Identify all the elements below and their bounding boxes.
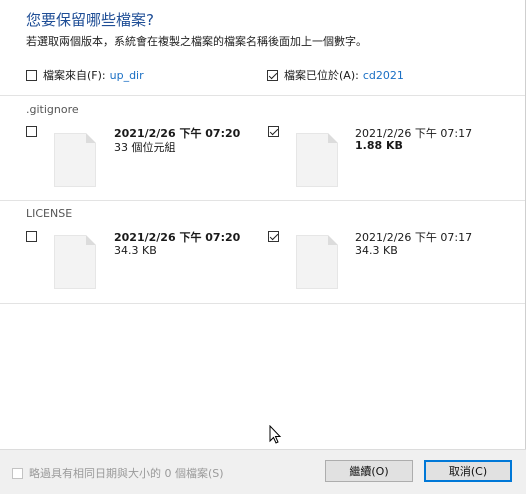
source-size: 33 個位元組 — [114, 141, 176, 154]
cancel-button[interactable]: 取消(C) — [424, 460, 512, 482]
dest-label: 檔案已位於(A): — [284, 69, 359, 82]
keep-source-checkbox[interactable] — [26, 231, 37, 242]
dest-folder-link[interactable]: cd2021 — [363, 69, 404, 82]
file-icon — [296, 235, 338, 289]
column-header: 檔案來自(F): up_dir 檔案已位於(A): cd2021 — [26, 67, 526, 87]
file-icon — [54, 235, 96, 289]
select-all-source-checkbox[interactable] — [26, 69, 37, 81]
dialog-footer: 略過具有相同日期與大小的 0 個檔案(S) 繼續(O) 取消(C) — [0, 449, 526, 494]
conflict-filename: .gitignore — [26, 103, 79, 116]
dest-date: 2021/2/26 下午 07:17 — [355, 231, 473, 244]
conflict-filename: LICENSE — [26, 207, 73, 220]
select-all-source[interactable]: 檔案來自(F): up_dir — [26, 67, 144, 83]
continue-button[interactable]: 繼續(O) — [325, 460, 413, 482]
source-date: 2021/2/26 下午 07:20 — [114, 231, 241, 244]
skip-same-files-label: 略過具有相同日期與大小的 0 個檔案(S) — [29, 467, 224, 480]
select-all-dest-checkbox[interactable] — [267, 69, 278, 81]
skip-same-files-checkbox[interactable] — [12, 467, 23, 479]
mouse-cursor-icon — [269, 425, 282, 444]
divider — [0, 303, 526, 304]
dest-size: 1.88 KB — [355, 139, 403, 152]
conflict-row: .gitignore 2021/2/26 下午 07:20 33 個位元組 20… — [0, 96, 526, 201]
source-folder-link[interactable]: up_dir — [110, 69, 144, 82]
file-icon — [54, 133, 96, 187]
select-all-dest[interactable]: 檔案已位於(A): cd2021 — [267, 67, 404, 83]
dialog-title: 您要保留哪些檔案? — [26, 11, 154, 29]
keep-dest-checkbox[interactable] — [268, 231, 279, 242]
keep-source-checkbox[interactable] — [26, 126, 37, 137]
file-icon — [296, 133, 338, 187]
source-size: 34.3 KB — [114, 244, 157, 257]
keep-dest-checkbox[interactable] — [268, 126, 279, 137]
dialog-subtitle: 若選取兩個版本，系統會在複製之檔案的檔案名稱後面加上一個數字。 — [26, 35, 367, 48]
skip-same-files-option[interactable]: 略過具有相同日期與大小的 0 個檔案(S) — [12, 465, 224, 481]
conflict-row: LICENSE 2021/2/26 下午 07:20 34.3 KB 2021/… — [0, 200, 526, 305]
source-label: 檔案來自(F): — [43, 69, 106, 82]
dest-size: 34.3 KB — [355, 244, 398, 257]
